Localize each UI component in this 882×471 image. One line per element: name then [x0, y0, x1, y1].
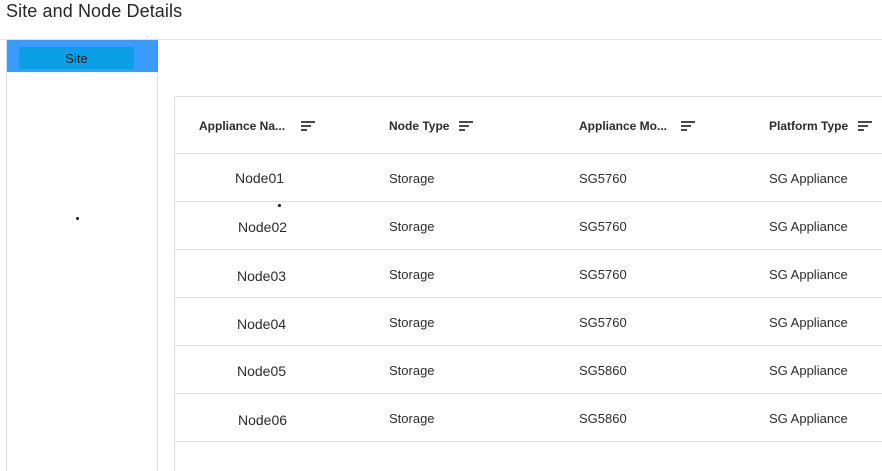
column-header-label: Platform Type [769, 118, 849, 133]
dot-marker [76, 217, 79, 220]
cell-appliance-model: SG5860 [579, 410, 627, 426]
cell-appliance-name: Node06 [238, 412, 288, 428]
cell-appliance-name: Node05 [237, 363, 287, 379]
cell-platform-type: SG Appliance [769, 170, 848, 186]
column-header-label: Appliance Na... [199, 118, 286, 133]
table-row[interactable]: Node04 Storage SG5760 SG Appliance [175, 298, 882, 346]
column-menu-icon[interactable] [301, 120, 316, 131]
column-header-appliance-model[interactable]: Appliance Mo... [579, 97, 696, 154]
column-header-label: Node Type [389, 118, 450, 133]
column-menu-icon[interactable] [681, 120, 696, 131]
cell-platform-type: SG Appliance [769, 314, 848, 330]
cell-node-type: Storage [389, 314, 435, 330]
cell-appliance-name: Node03 [237, 268, 287, 284]
column-menu-icon[interactable] [858, 120, 873, 131]
cell-appliance-model: SG5760 [579, 314, 627, 330]
site-tab-label[interactable]: Site [19, 47, 134, 69]
column-header-appliance-name[interactable]: Appliance Na... [199, 97, 316, 154]
site-panel: Site [6, 40, 158, 471]
table-row[interactable]: Node03 Storage SG5760 SG Appliance [175, 250, 882, 298]
table-row[interactable]: Node02 Storage SG5760 SG Appliance [175, 202, 882, 250]
cell-appliance-name: Node04 [237, 316, 287, 332]
cell-platform-type: SG Appliance [769, 362, 848, 378]
site-node-details-page: Site and Node Details Site Appliance Na.… [0, 0, 882, 471]
table-row[interactable]: Node01 Storage SG5760 SG Appliance [175, 154, 882, 202]
page-title: Site and Node Details [6, 1, 183, 21]
column-header-platform-type[interactable]: Platform Type [769, 97, 873, 154]
cell-platform-type: SG Appliance [769, 218, 848, 234]
column-header-label: Appliance Mo... [579, 118, 668, 133]
site-tab[interactable]: Site [7, 40, 158, 72]
table-row[interactable]: Node05 Storage SG5860 SG Appliance [175, 346, 882, 394]
node-table: Appliance Na... Node Type Appliance Mo..… [174, 96, 882, 471]
cell-node-type: Storage [389, 362, 435, 378]
column-menu-icon[interactable] [459, 120, 474, 131]
table-header-row: Appliance Na... Node Type Appliance Mo..… [175, 97, 882, 154]
cell-appliance-name: Node01 [235, 170, 285, 186]
cell-node-type: Storage [389, 410, 435, 426]
cell-appliance-model: SG5760 [579, 218, 627, 234]
cell-node-type: Storage [389, 170, 435, 186]
cell-appliance-name: Node02 [238, 219, 288, 235]
column-header-node-type[interactable]: Node Type [389, 97, 474, 154]
cell-appliance-model: SG5760 [579, 266, 627, 282]
cell-node-type: Storage [389, 218, 435, 234]
cell-node-type: Storage [389, 266, 435, 282]
table-row[interactable]: Node06 Storage SG5860 SG Appliance [175, 394, 882, 442]
cell-appliance-model: SG5860 [579, 362, 627, 378]
cell-platform-type: SG Appliance [769, 266, 848, 282]
cell-platform-type: SG Appliance [769, 410, 848, 426]
cell-appliance-model: SG5760 [579, 170, 627, 186]
